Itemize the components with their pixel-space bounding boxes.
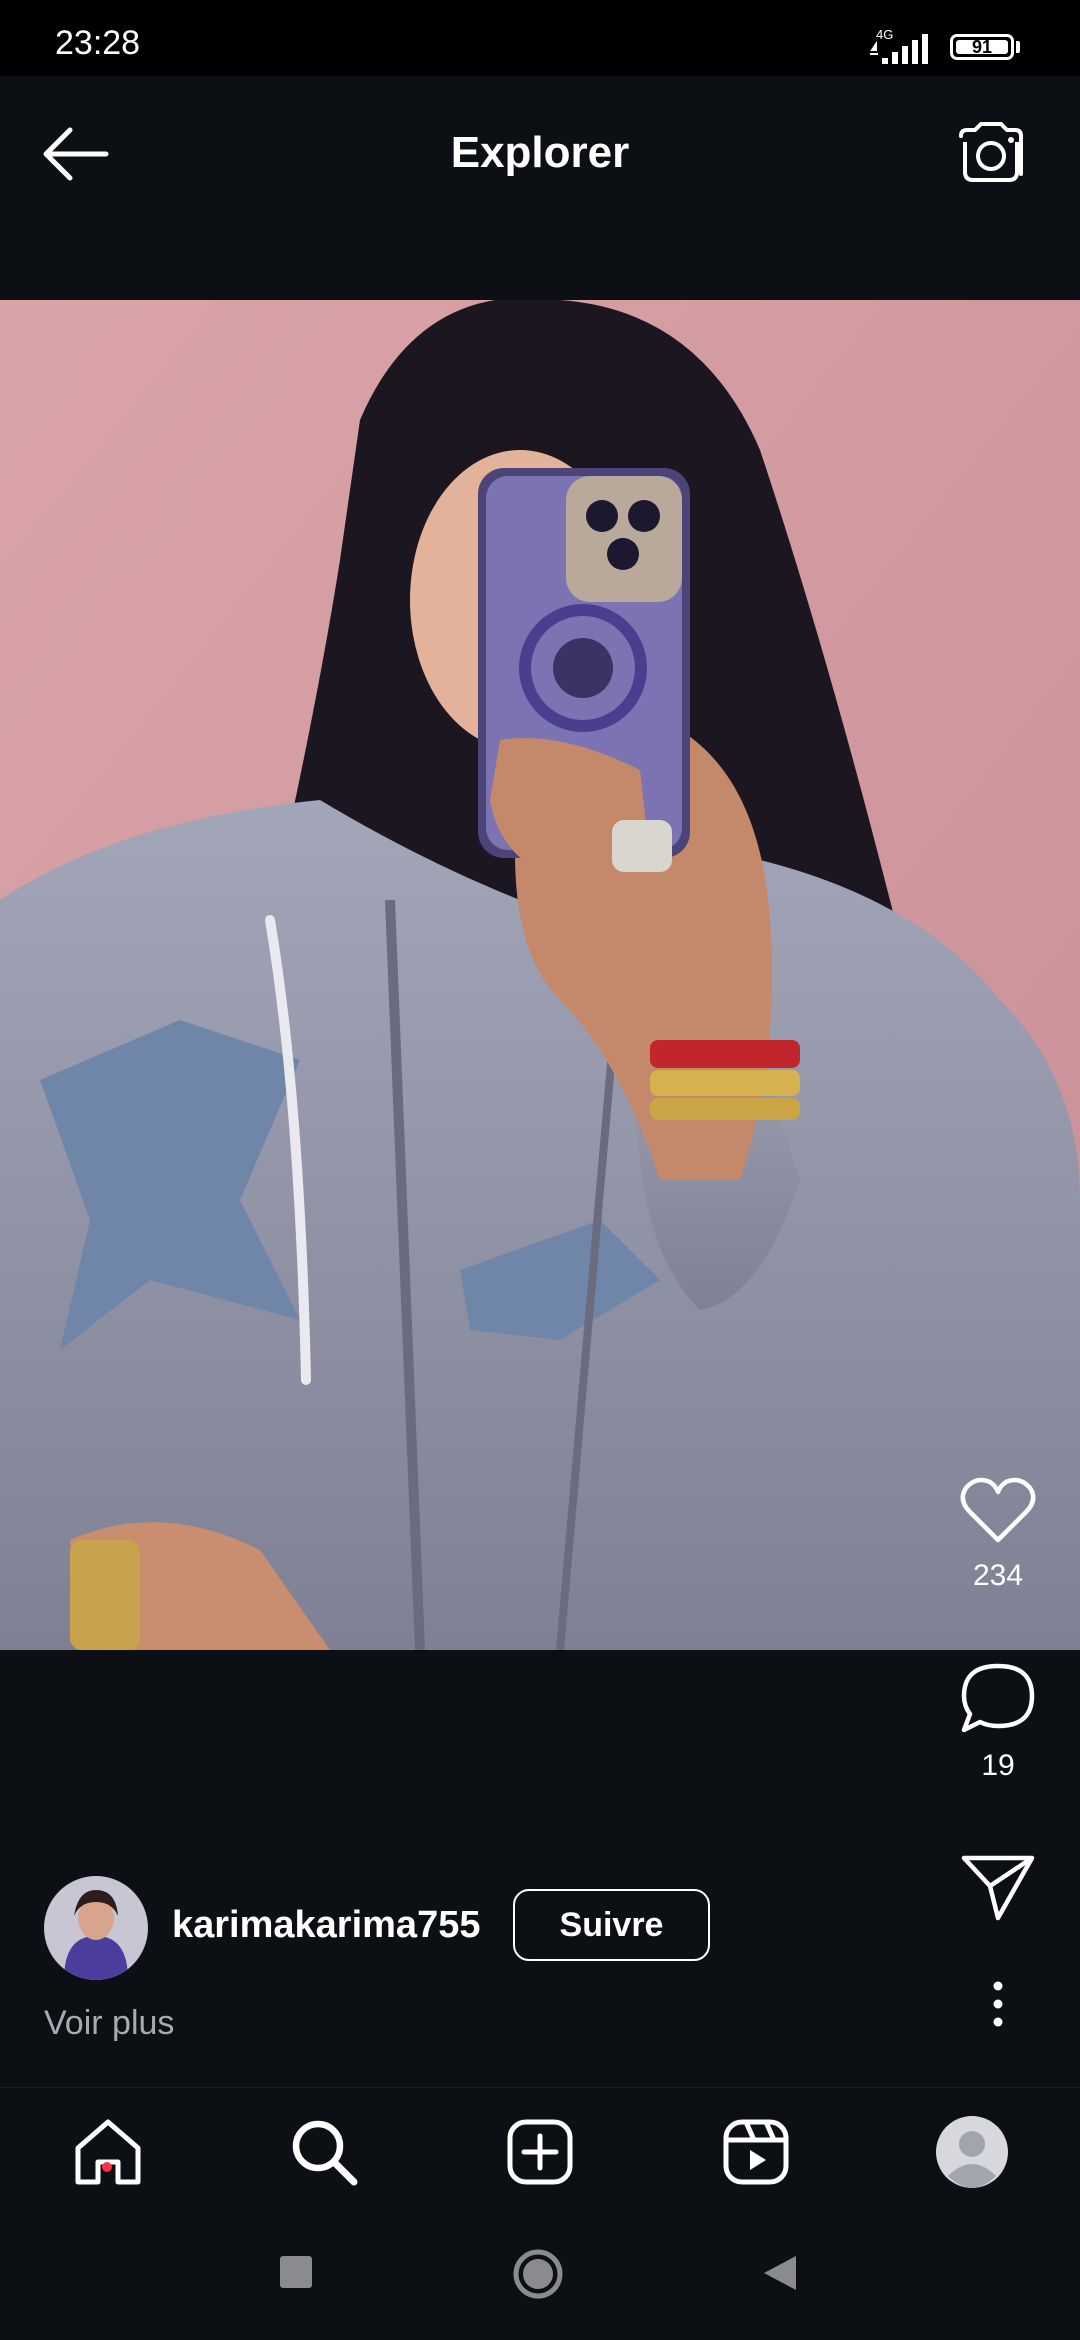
author-username[interactable]: karimakarima755 [172,1904,480,1947]
follow-button[interactable]: Suivre [513,1889,710,1961]
home-icon[interactable] [68,2112,148,2192]
system-navigation-bar [0,2212,1080,2340]
battery-level: 91 [971,37,993,57]
camera-icon[interactable] [955,122,1027,186]
reels-icon[interactable] [716,2112,796,2192]
status-bar: 23:28 4G 91 [0,0,1080,76]
instagram-post-screen: 23:28 4G 91 Explorer 234 19 karimakarima… [0,0,1080,2340]
comment-count: 19 [981,1749,1015,1782]
post-photo[interactable] [0,300,1080,1650]
heart-icon[interactable] [958,1474,1038,1546]
more-vertical-icon[interactable] [958,1980,1038,2030]
battery-icon: 91 [950,34,1014,60]
home-notification-dot [102,2162,112,2172]
recent-apps-icon[interactable] [278,2254,314,2290]
share-action [950,1850,1046,1927]
comment-icon[interactable] [958,1660,1038,1736]
more-options-action [950,1980,1046,2035]
comment-action: 19 [950,1660,1046,1783]
app-header: Explorer [0,76,1080,300]
bottom-navigation [0,2087,1080,2213]
avatar[interactable] [44,1876,148,1980]
search-icon[interactable] [284,2112,364,2192]
see-more-link[interactable]: Voir plus [44,2004,174,2043]
like-count: 234 [972,1559,1024,1592]
profile-avatar-icon[interactable] [932,2112,1012,2192]
status-time: 23:28 [55,24,141,62]
signal-icon: 4G [870,28,928,64]
page-title: Explorer [450,128,630,177]
home-system-icon[interactable] [512,2248,564,2300]
share-icon[interactable] [958,1850,1038,1922]
like-action: 234 [950,1474,1046,1593]
network-type: 4G [876,28,893,42]
create-post-icon[interactable] [500,2112,580,2192]
back-system-icon[interactable] [762,2254,798,2292]
